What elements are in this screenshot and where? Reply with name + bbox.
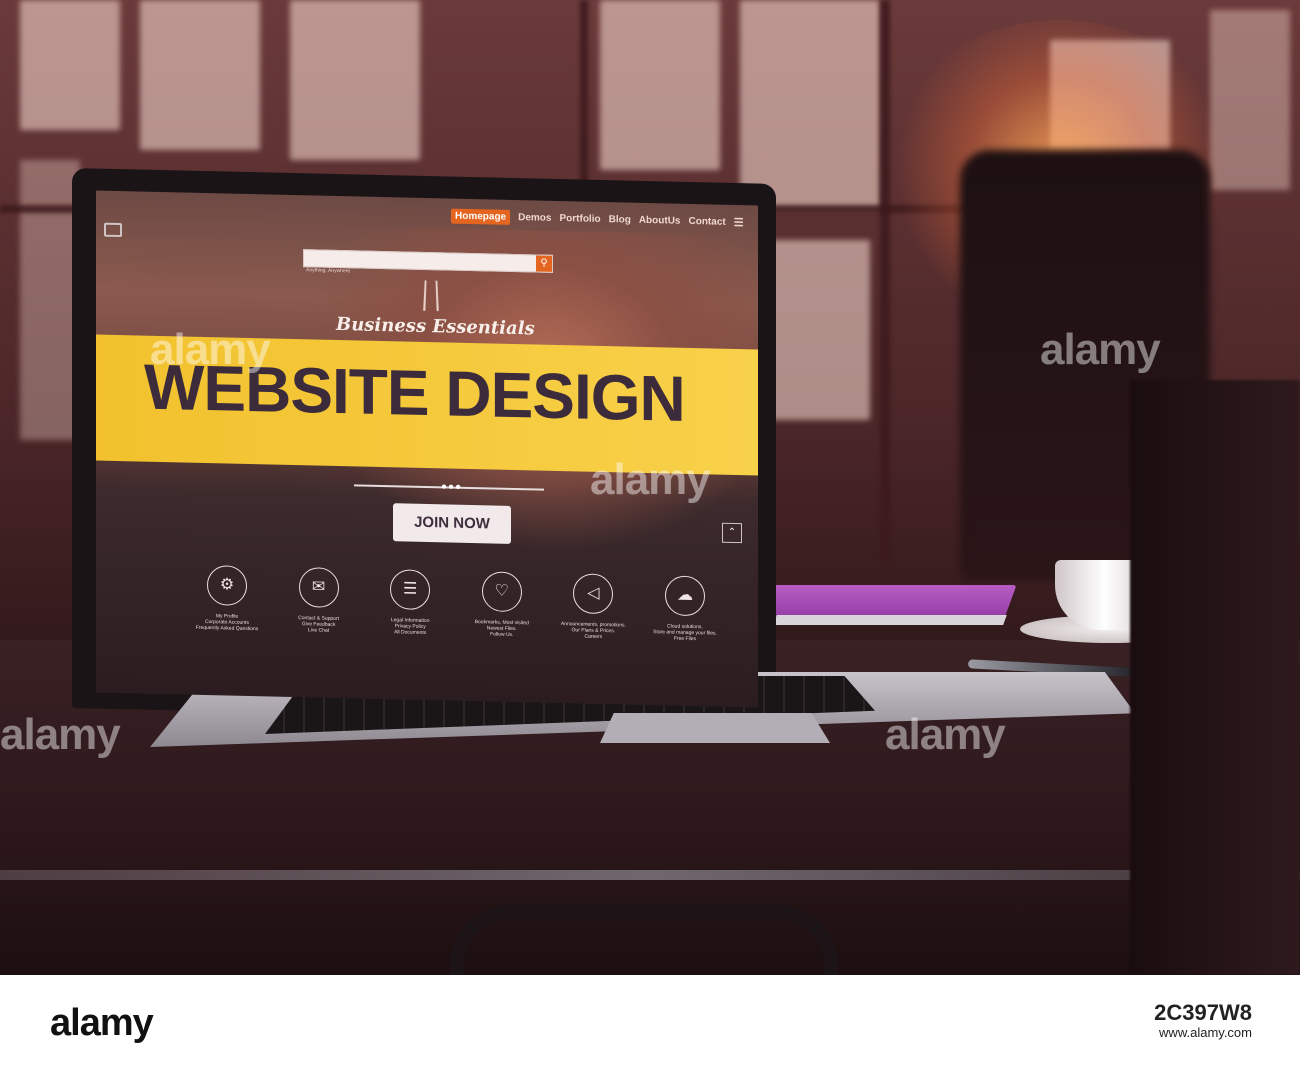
laptop-trackpad xyxy=(600,713,830,743)
brand-logo: alamy xyxy=(50,1002,154,1044)
clipboard-icon: ☰ xyxy=(390,569,431,611)
nav-homepage[interactable]: Homepage xyxy=(451,208,511,225)
feature-text: Legal Information Privacy Policy All Doc… xyxy=(390,617,430,636)
search-icon[interactable]: ⚲ xyxy=(536,255,552,272)
feature-text: Contact & Support Give Feedback Live Cha… xyxy=(298,615,340,634)
window-pane xyxy=(20,160,80,440)
notebook-pages xyxy=(773,615,1007,625)
hamburger-menu-icon[interactable]: ☰ xyxy=(734,216,744,229)
search-hint: Anything, Anywhere xyxy=(306,267,351,275)
nav-demos[interactable]: Demos xyxy=(518,212,551,224)
feature-text: Announcements, promotions. Our Plans & P… xyxy=(560,621,626,640)
site-url: www.alamy.com xyxy=(1159,1025,1252,1040)
envelope-icon: ✉ xyxy=(298,567,339,608)
image-id: 2C397W8 xyxy=(1154,1000,1252,1025)
feature-text: Bookmarks, Most visited Newest Files. Fo… xyxy=(474,619,529,638)
watermark-text: alamy xyxy=(885,710,1006,759)
nav-about-us[interactable]: AboutUs xyxy=(639,215,681,227)
watermark-text: alamy xyxy=(150,325,271,374)
office-scene: Homepage Demos Portfolio Blog AboutUs Co… xyxy=(0,0,1300,975)
stock-footer xyxy=(0,975,1300,1065)
tagline: Business Essentials xyxy=(336,313,535,340)
feature-item[interactable]: ⚙ My Profile Corporate Accounts Frequent… xyxy=(186,565,268,633)
site-logo-icon xyxy=(104,222,122,238)
window-pane xyxy=(20,0,120,130)
join-now-button[interactable]: JOIN NOW xyxy=(393,503,511,544)
window-frame xyxy=(880,0,890,560)
feature-item[interactable]: ◁ Announcements, promotions. Our Plans &… xyxy=(552,573,634,641)
nav-blog[interactable]: Blog xyxy=(609,214,631,226)
window-pane xyxy=(290,0,420,160)
slider-dots[interactable]: ●●● xyxy=(441,481,462,492)
cloud-icon: ☁ xyxy=(664,575,705,617)
chair-armrest xyxy=(450,905,838,975)
nav-contact[interactable]: Contact xyxy=(688,216,725,228)
scroll-up-icon[interactable]: ⌃ xyxy=(722,522,742,544)
window-pane xyxy=(740,0,880,210)
feature-item[interactable]: ☁ Cloud solutions. Store and manage your… xyxy=(644,575,726,643)
window-pane xyxy=(140,0,260,150)
laptop-screen: Homepage Demos Portfolio Blog AboutUs Co… xyxy=(96,190,758,708)
feature-text: My Profile Corporate Accounts Frequently… xyxy=(195,613,259,633)
feature-row: ⚙ My Profile Corporate Accounts Frequent… xyxy=(186,565,726,643)
feature-text: Cloud solutions. Store and manage your f… xyxy=(653,623,717,643)
feature-item[interactable]: ♡ Bookmarks, Most visited Newest Files. … xyxy=(461,571,543,639)
watermark-text: alamy xyxy=(1040,325,1161,374)
image-info: 2C397W8 www.alamy.com xyxy=(1154,1000,1252,1043)
window-pane xyxy=(600,0,720,170)
tower-icon xyxy=(423,280,439,312)
watermark-text: alamy xyxy=(0,710,121,759)
window-pane xyxy=(770,240,870,420)
nav-portfolio[interactable]: Portfolio xyxy=(559,213,600,225)
watermark-text: alamy xyxy=(590,455,711,504)
chair-back-foreground xyxy=(1130,380,1300,975)
feature-item[interactable]: ☰ Legal Information Privacy Policy All D… xyxy=(369,569,451,637)
megaphone-icon: ◁ xyxy=(573,573,614,615)
desk-edge xyxy=(0,870,1300,880)
gear-icon: ⚙ xyxy=(207,565,247,606)
feature-item[interactable]: ✉ Contact & Support Give Feedback Live C… xyxy=(278,567,360,635)
site-nav: Homepage Demos Portfolio Blog AboutUs Co… xyxy=(451,208,744,231)
heart-icon: ♡ xyxy=(481,571,522,613)
